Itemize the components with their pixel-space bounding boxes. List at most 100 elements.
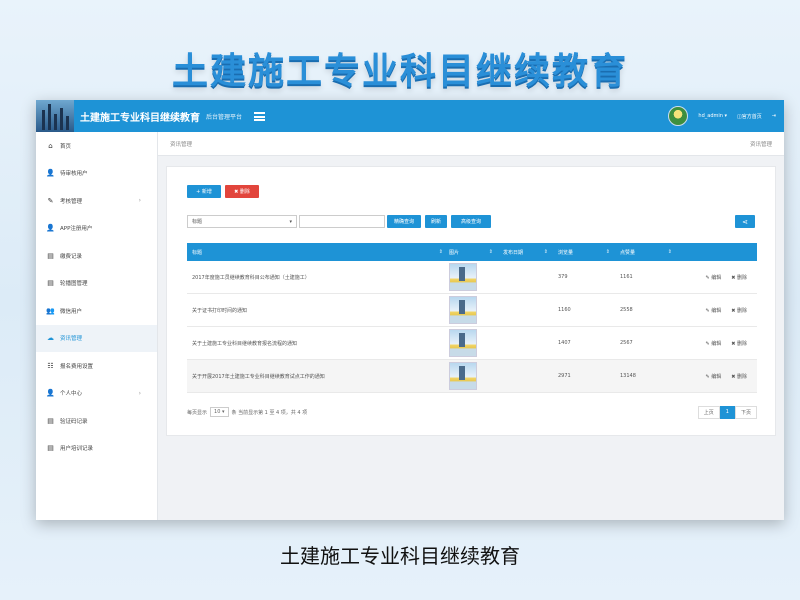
chevron-right-icon: › bbox=[138, 389, 141, 397]
sidebar-item-personal-center[interactable]: 👤 个人中心 › bbox=[36, 380, 157, 408]
logout-button[interactable]: ⇥ bbox=[772, 113, 776, 119]
sidebar-item-label: 资讯管理 bbox=[60, 336, 83, 343]
prev-page-button[interactable]: 上页 bbox=[697, 405, 720, 419]
sort-icon: ⇕ bbox=[543, 249, 548, 255]
column-header-image[interactable]: 图片 ⇕ bbox=[449, 249, 499, 256]
delete-button[interactable]: ✖ 删除 bbox=[225, 185, 259, 198]
row-thumbnail bbox=[449, 296, 477, 324]
sidebar-item-fee-settings[interactable]: ☷ 报名费用设置 bbox=[36, 352, 157, 380]
row-likes: 2558 bbox=[620, 307, 633, 313]
sort-icon: ⇕ bbox=[605, 249, 610, 255]
delete-row-button[interactable]: ✖ 删除 bbox=[731, 307, 747, 314]
table-row[interactable]: 关于证书打印时间的通知 1160 2558 ✎ 编辑 ✖ 删除 bbox=[187, 294, 757, 327]
next-page-button[interactable]: 下页 bbox=[734, 405, 757, 419]
column-header-reads[interactable]: 浏览量 ⇕ bbox=[554, 249, 616, 256]
row-title: 关于证书打印时间的通知 bbox=[192, 307, 248, 314]
row-likes: 1161 bbox=[620, 274, 633, 280]
sort-icon: ⇕ bbox=[438, 249, 443, 255]
column-label: 发布日期 bbox=[503, 249, 524, 256]
sidebar-item-app-users[interactable]: 👤 APP注册用户 bbox=[36, 215, 157, 243]
user-icon: 👤 bbox=[46, 224, 55, 233]
sidebar-item-exam-management[interactable]: ✎ 考核管理 › bbox=[36, 187, 157, 215]
column-label: 标题 bbox=[192, 249, 203, 256]
document-icon: ▤ bbox=[47, 251, 54, 260]
edit-button[interactable]: ✎ 编辑 bbox=[705, 307, 721, 314]
delete-row-button[interactable]: ✖ 删除 bbox=[731, 373, 747, 380]
sidebar-item-payment-records[interactable]: ▤ 缴费记录 bbox=[36, 242, 157, 270]
document-icon: ▤ bbox=[47, 444, 54, 453]
home-link[interactable]: ◫官方首页 bbox=[737, 113, 762, 120]
sidebar-item-label: APP注册用户 bbox=[60, 226, 93, 233]
table-row[interactable]: 2017年度施工员继续教育科目公布通知（土建施工） 379 1161 ✎ 编辑 ✖… bbox=[187, 261, 757, 294]
sidebar: ⌂ 首页 👤 待审核用户 ✎ 考核管理 › 👤 APP注册用户 ▤ 缴费记录 ▤ 轮播图管理 … bbox=[36, 132, 158, 520]
sort-icon: ⇕ bbox=[667, 249, 672, 255]
page-size-select[interactable]: 10 ▾ bbox=[210, 407, 229, 417]
sidebar-item-training-records[interactable]: ▤ 用户培训记录 bbox=[36, 435, 157, 463]
share-icon[interactable]: ⋖ bbox=[735, 215, 755, 228]
user-menu[interactable]: hd_admin ▾ bbox=[698, 113, 727, 119]
delete-row-button[interactable]: ✖ 删除 bbox=[731, 340, 747, 347]
edit-button[interactable]: ✎ 编辑 bbox=[705, 274, 721, 281]
sidebar-item-verification-records[interactable]: ▤ 验证码记录 bbox=[36, 407, 157, 435]
query-button[interactable]: 精确查询 bbox=[387, 215, 421, 228]
sidebar-item-carousel[interactable]: ▤ 轮播图管理 bbox=[36, 270, 157, 298]
delete-row-button[interactable]: ✖ 删除 bbox=[731, 274, 747, 281]
user-icon: 👤 bbox=[46, 389, 55, 398]
avatar[interactable] bbox=[668, 106, 689, 126]
row-likes: 13148 bbox=[620, 373, 636, 379]
table-footer: 每页显示 10 ▾ 条 当前显示第 1 至 4 项，共 4 项 上页 1 下页 bbox=[187, 403, 757, 421]
content-panel: + 新增 ✖ 删除 标题 ▾ 精确查询 刷新 高级查询 ⋖ 标题 ⇕ 图片 ⇕ 发布… bbox=[166, 166, 776, 436]
column-label: 点赞量 bbox=[620, 249, 636, 256]
row-likes: 2567 bbox=[620, 340, 633, 346]
sidebar-item-home[interactable]: ⌂ 首页 bbox=[36, 132, 157, 160]
column-header-date[interactable]: 发布日期 ⇕ bbox=[499, 249, 554, 256]
user-icon: 👤 bbox=[46, 169, 55, 178]
page-1-button[interactable]: 1 bbox=[719, 405, 735, 419]
row-title: 关于开展2017年土建施工专业科目继续教育试点工作的通知 bbox=[192, 373, 325, 380]
sidebar-item-label: 待审核用户 bbox=[60, 171, 88, 178]
chevron-down-icon: ▾ bbox=[289, 218, 292, 225]
table-header: 标题 ⇕ 图片 ⇕ 发布日期 ⇕ 浏览量 ⇕ 点赞量 ⇕ bbox=[187, 243, 757, 261]
row-thumbnail bbox=[449, 362, 477, 390]
row-thumbnail bbox=[449, 329, 477, 357]
breadcrumb-left: 资讯管理 bbox=[170, 141, 193, 148]
column-header-title[interactable]: 标题 ⇕ bbox=[187, 249, 449, 256]
page-size-prefix: 每页显示 bbox=[187, 409, 208, 416]
document-icon: ▤ bbox=[47, 416, 54, 425]
sidebar-item-label: 考核管理 bbox=[60, 198, 83, 205]
hamburger-menu-icon[interactable] bbox=[254, 111, 266, 121]
table-row[interactable]: 关于土建施工专业科目继续教育报名流程的通知 1407 2567 ✎ 编辑 ✖ 删除 bbox=[187, 327, 757, 360]
pencil-icon: ✎ bbox=[47, 196, 54, 205]
advanced-search-button[interactable]: 高级查询 bbox=[451, 215, 491, 228]
users-icon: 👥 bbox=[46, 306, 55, 315]
home-link-label: 官方首页 bbox=[741, 113, 762, 120]
sidebar-item-label: 缴费记录 bbox=[60, 253, 83, 260]
home-icon: ⌂ bbox=[48, 141, 53, 150]
app-title: 土建施工专业科目继续教育 bbox=[80, 112, 200, 124]
add-button[interactable]: + 新增 bbox=[187, 185, 221, 198]
row-title: 2017年度施工员继续教育科目公布通知（土建施工） bbox=[192, 274, 310, 281]
document-icon: ▤ bbox=[47, 279, 54, 288]
sidebar-item-wechat-users[interactable]: 👥 微信用户 bbox=[36, 297, 157, 325]
column-header-likes[interactable]: 点赞量 ⇕ bbox=[616, 249, 678, 256]
cloud-icon: ☁ bbox=[47, 334, 54, 343]
table-row[interactable]: 关于开展2017年土建施工专业科目继续教育试点工作的通知 2971 13148 … bbox=[187, 360, 757, 393]
row-reads: 1160 bbox=[558, 307, 571, 313]
chevron-down-icon: ▾ bbox=[221, 409, 225, 415]
search-input[interactable] bbox=[299, 215, 385, 228]
sidebar-item-news[interactable]: ☁ 资讯管理 bbox=[36, 324, 157, 352]
app-window: 土建施工专业科目继续教育 后台管理平台 hd_admin ▾ ◫官方首页 ⇥ ⌂… bbox=[36, 100, 784, 520]
sidebar-item-label: 个人中心 bbox=[60, 391, 83, 398]
row-reads: 379 bbox=[558, 274, 568, 280]
sidebar-item-label: 用户培训记录 bbox=[60, 446, 94, 453]
refresh-button[interactable]: 刷新 bbox=[425, 215, 447, 228]
breadcrumb-right: 资讯管理 bbox=[749, 141, 772, 148]
pagination: 上页 1 下页 bbox=[697, 405, 757, 419]
chevron-right-icon: › bbox=[138, 197, 141, 205]
sidebar-item-pending-users[interactable]: 👤 待审核用户 bbox=[36, 160, 157, 188]
username-label: hd_admin bbox=[698, 113, 723, 119]
sort-icon: ⇕ bbox=[488, 249, 493, 255]
edit-button[interactable]: ✎ 编辑 bbox=[705, 373, 721, 380]
search-field-select[interactable]: 标题 ▾ bbox=[187, 215, 297, 228]
edit-button[interactable]: ✎ 编辑 bbox=[705, 340, 721, 347]
